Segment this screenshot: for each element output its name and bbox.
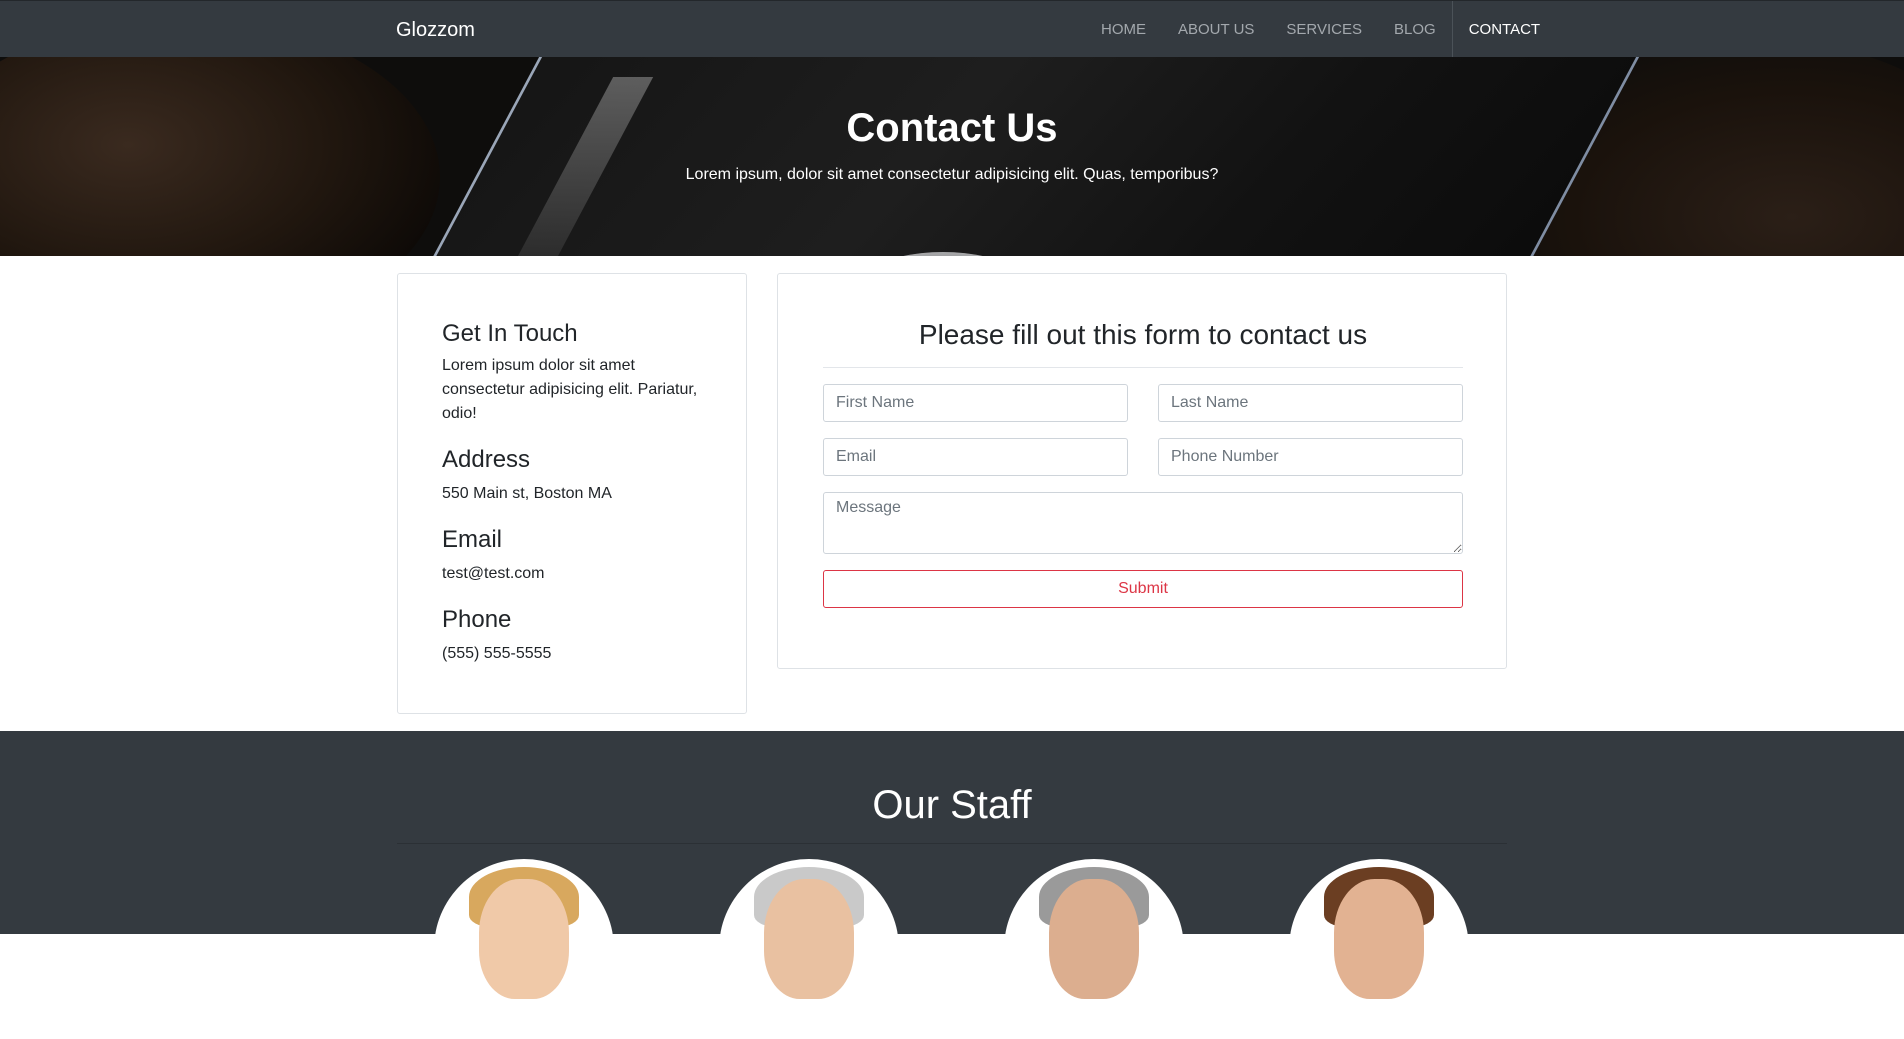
- last-name-field[interactable]: [1158, 384, 1463, 422]
- first-name-field[interactable]: [823, 384, 1128, 422]
- nav-link-home[interactable]: HOME: [1085, 1, 1162, 58]
- avatar-face: [1334, 879, 1424, 999]
- phone-number-field[interactable]: [1158, 438, 1463, 476]
- staff-section: Our Staff: [0, 731, 1904, 1039]
- nav-link-services[interactable]: SERVICES: [1270, 1, 1378, 58]
- avatar-face: [1049, 879, 1139, 999]
- email-value: test@test.com: [442, 565, 545, 582]
- nav-link-contact[interactable]: CONTACT: [1451, 1, 1556, 58]
- email-field[interactable]: [823, 438, 1128, 476]
- staff-title: Our Staff: [872, 783, 1032, 827]
- contact-info-content: Get In Touch Lorem ipsum dolor sit amet …: [442, 320, 722, 666]
- staff-avatar: [1289, 859, 1469, 1039]
- hero-banner: [0, 57, 1904, 256]
- phone-value: (555) 555-5555: [442, 645, 552, 662]
- contact-info-card: Get In Touch Lorem ipsum dolor sit amet …: [397, 273, 747, 714]
- nav-links: HOME ABOUT US SERVICES BLOG CONTACT: [1085, 1, 1556, 58]
- hero-title: Contact Us: [846, 106, 1058, 150]
- submit-button[interactable]: Submit: [823, 570, 1463, 608]
- brand-logo[interactable]: Glozzom: [396, 19, 475, 42]
- get-in-touch-heading: Get In Touch: [442, 320, 578, 347]
- message-field[interactable]: [823, 492, 1463, 554]
- hero-background-wood: [0, 57, 440, 256]
- nav-link-blog[interactable]: BLOG: [1378, 1, 1452, 58]
- nav-link-about[interactable]: ABOUT US: [1162, 1, 1270, 58]
- staff-avatar: [1004, 859, 1184, 1039]
- form-title: Please fill out this form to contact us: [918, 319, 1368, 350]
- phone-heading: Phone: [442, 606, 512, 633]
- contact-form-card: Please fill out this form to contact us …: [777, 273, 1507, 669]
- navbar: Glozzom HOME ABOUT US SERVICES BLOG CONT…: [0, 0, 1904, 58]
- staff-avatar: [434, 859, 614, 1039]
- get-in-touch-text: Lorem ipsum dolor sit amet consectetur a…: [442, 357, 698, 422]
- hero-subtitle: Lorem ipsum, dolor sit amet consectetur …: [685, 166, 1219, 183]
- address-value: 550 Main st, Boston MA: [442, 485, 612, 502]
- staff-avatar: [719, 859, 899, 1039]
- form-divider: [823, 367, 1463, 368]
- email-heading: Email: [442, 526, 503, 553]
- avatar-face: [764, 879, 854, 999]
- staff-divider: [397, 843, 1507, 844]
- address-heading: Address: [442, 446, 531, 473]
- avatar-face: [479, 879, 569, 999]
